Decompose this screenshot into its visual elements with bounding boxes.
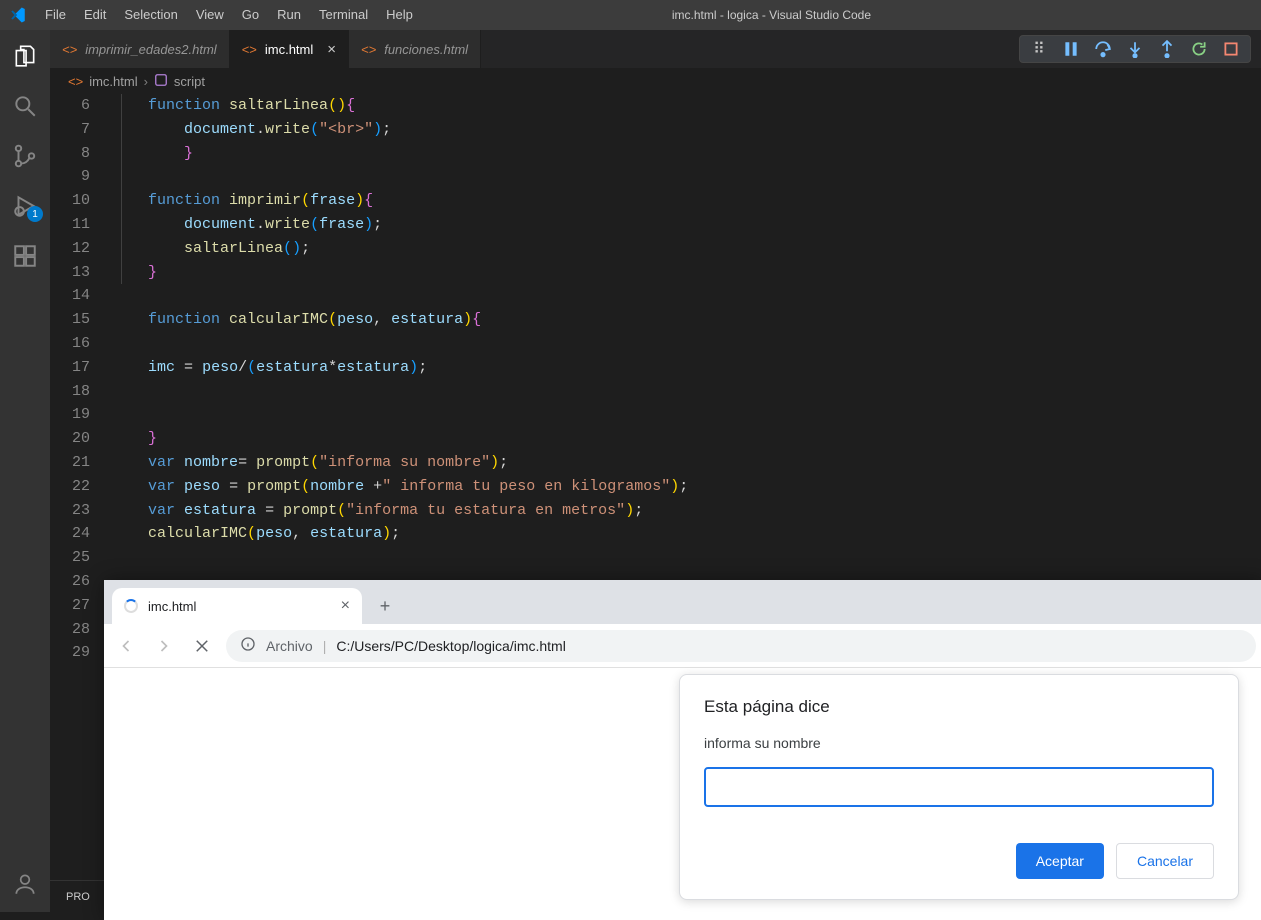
- drag-handle-icon[interactable]: ⠿: [1030, 40, 1048, 58]
- tab-label: imc.html: [265, 42, 313, 57]
- step-over-icon[interactable]: [1094, 40, 1112, 58]
- back-button[interactable]: [112, 632, 140, 660]
- loading-spinner-icon: [124, 599, 138, 613]
- breadcrumb[interactable]: <> imc.html › script: [50, 68, 1261, 94]
- line-number-gutter: 6789101112131415161718192021222324252627…: [50, 94, 112, 880]
- tab-funciones[interactable]: <> funciones.html: [349, 30, 481, 68]
- new-tab-button[interactable]: +: [370, 591, 400, 621]
- menu-selection[interactable]: Selection: [115, 0, 186, 30]
- editor-tabs: <> imprimir_edades2.html <> imc.html × <…: [50, 30, 1261, 68]
- menu-view[interactable]: View: [187, 0, 233, 30]
- js-prompt-dialog: Esta página dice informa su nombre Acept…: [679, 674, 1239, 900]
- step-into-icon[interactable]: [1126, 40, 1144, 58]
- close-tab-icon[interactable]: ×: [341, 597, 350, 615]
- debug-badge: 1: [27, 206, 43, 222]
- dialog-message: informa su nombre: [704, 735, 1214, 751]
- title-bar: File Edit Selection View Go Run Terminal…: [0, 0, 1261, 30]
- stop-reload-button[interactable]: [188, 632, 216, 660]
- extensions-icon[interactable]: [11, 242, 39, 270]
- browser-toolbar: Archivo | C:/Users/PC/Desktop/logica/imc…: [104, 624, 1261, 668]
- source-control-icon[interactable]: [11, 142, 39, 170]
- html-file-icon: <>: [62, 42, 77, 57]
- browser-tab-title: imc.html: [148, 599, 196, 614]
- search-icon[interactable]: [11, 92, 39, 120]
- address-bar[interactable]: Archivo | C:/Users/PC/Desktop/logica/imc…: [226, 630, 1256, 662]
- menu-bar: File Edit Selection View Go Run Terminal…: [36, 0, 422, 30]
- address-separator: |: [323, 638, 327, 654]
- menu-edit[interactable]: Edit: [75, 0, 115, 30]
- breadcrumb-symbol: script: [174, 74, 205, 89]
- forward-button[interactable]: [150, 632, 178, 660]
- window-title: imc.html - logica - Visual Studio Code: [422, 8, 1121, 22]
- close-tab-icon[interactable]: ×: [327, 41, 336, 58]
- menu-run[interactable]: Run: [268, 0, 310, 30]
- symbol-icon: [154, 73, 168, 90]
- cancel-button[interactable]: Cancelar: [1116, 843, 1214, 879]
- tab-imprimir-edades2[interactable]: <> imprimir_edades2.html: [50, 30, 230, 68]
- chevron-right-icon: ›: [144, 74, 148, 89]
- html-file-icon: <>: [242, 42, 257, 57]
- browser-tab-strip: imc.html × +: [104, 580, 1261, 624]
- breadcrumb-file: imc.html: [89, 74, 137, 89]
- debug-toolbar: ⠿: [1019, 35, 1251, 63]
- html-file-icon: <>: [361, 42, 376, 57]
- info-icon: [240, 636, 256, 655]
- vscode-logo-icon: [0, 6, 36, 24]
- tab-imc[interactable]: <> imc.html ×: [230, 30, 349, 68]
- prompt-input[interactable]: [704, 767, 1214, 807]
- menu-help[interactable]: Help: [377, 0, 422, 30]
- accounts-icon[interactable]: [12, 871, 38, 902]
- stop-icon[interactable]: [1222, 40, 1240, 58]
- tab-label: imprimir_edades2.html: [85, 42, 217, 57]
- dialog-title: Esta página dice: [704, 697, 1214, 717]
- address-label: Archivo: [266, 638, 313, 654]
- run-debug-icon[interactable]: 1: [11, 192, 39, 220]
- html-file-icon: <>: [68, 74, 83, 89]
- menu-terminal[interactable]: Terminal: [310, 0, 377, 30]
- panel-tab-label[interactable]: PRO: [66, 891, 90, 903]
- pause-icon[interactable]: [1062, 40, 1080, 58]
- tab-label: funciones.html: [384, 42, 468, 57]
- step-out-icon[interactable]: [1158, 40, 1176, 58]
- menu-go[interactable]: Go: [233, 0, 268, 30]
- browser-tab[interactable]: imc.html ×: [112, 588, 362, 624]
- accept-button[interactable]: Aceptar: [1016, 843, 1104, 879]
- menu-file[interactable]: File: [36, 0, 75, 30]
- activity-bar: 1: [0, 30, 50, 912]
- restart-icon[interactable]: [1190, 40, 1208, 58]
- address-path: C:/Users/PC/Desktop/logica/imc.html: [336, 638, 566, 654]
- explorer-icon[interactable]: [11, 42, 39, 70]
